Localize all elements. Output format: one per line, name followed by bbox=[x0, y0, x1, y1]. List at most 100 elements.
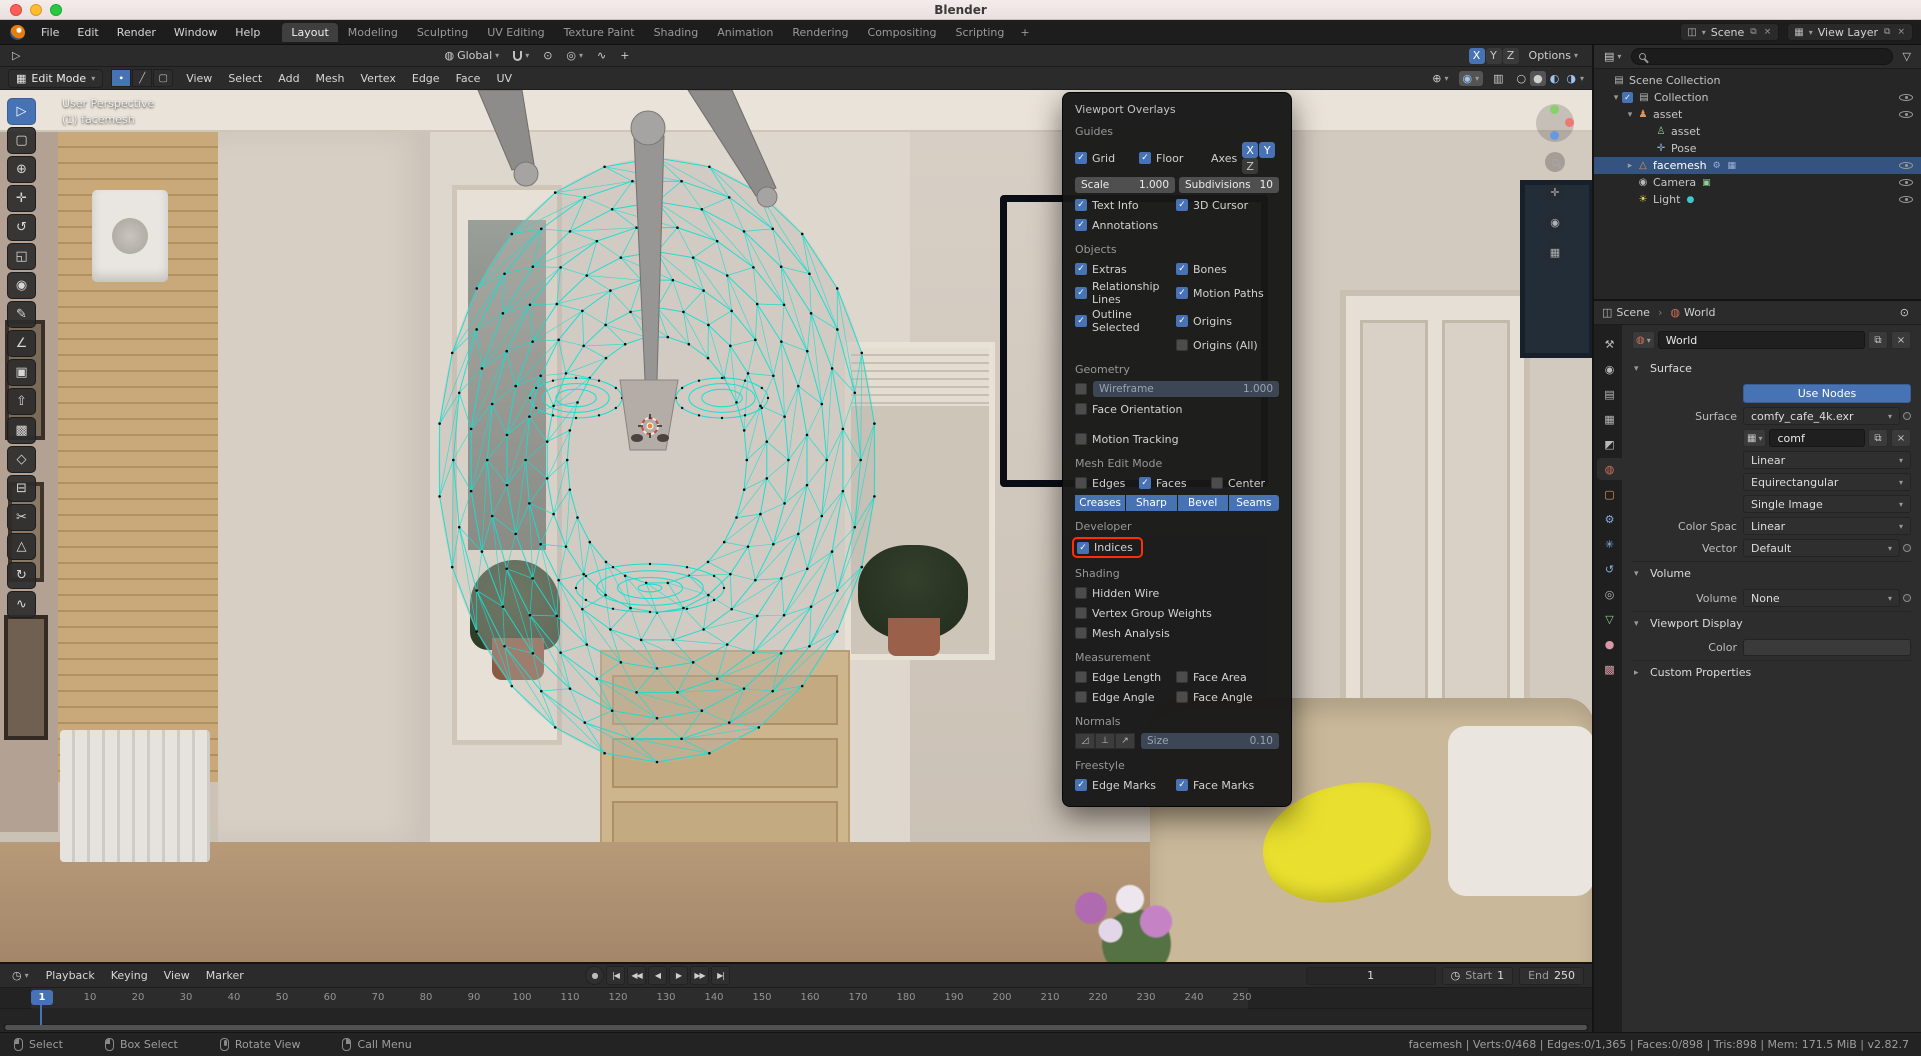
workspace-tab[interactable]: Rendering bbox=[783, 23, 857, 42]
tab-particles[interactable]: ✳ bbox=[1597, 533, 1622, 555]
unlink-image-button[interactable]: × bbox=[1891, 429, 1911, 447]
cursor-3d-checkbox[interactable]: 3D Cursor bbox=[1176, 199, 1248, 212]
tab-world[interactable]: ◍ bbox=[1597, 458, 1622, 480]
outliner-row-pose[interactable]: ✛ Pose bbox=[1594, 140, 1921, 157]
workspace-tab[interactable]: Scripting bbox=[946, 23, 1013, 42]
mirror-axis-toggle[interactable]: X bbox=[1469, 48, 1485, 64]
timeline-menu-item[interactable]: Keying bbox=[104, 967, 155, 984]
workspace-tab[interactable]: Shading bbox=[645, 23, 708, 42]
collection-enable-checkbox[interactable] bbox=[1622, 92, 1633, 103]
outliner-row-scene-collection[interactable]: ▤ Scene Collection bbox=[1594, 72, 1921, 89]
snapping-toggle[interactable] bbox=[509, 50, 533, 62]
falloff-dropdown[interactable]: ∿ bbox=[593, 48, 610, 63]
outliner-row-camera[interactable]: ◉ Camera ▣ bbox=[1594, 174, 1921, 191]
volume-panel-header[interactable]: Volume bbox=[1632, 561, 1911, 585]
duplicate-image-button[interactable]: ⧉ bbox=[1868, 429, 1888, 447]
outliner-row-facemesh[interactable]: ▸ △ facemesh ⚙ ▦ bbox=[1594, 157, 1921, 174]
workspace-tab[interactable]: Animation bbox=[708, 23, 782, 42]
vector-dropdown[interactable]: Default bbox=[1743, 539, 1900, 557]
shading-wireframe-button[interactable]: ○ bbox=[1514, 71, 1530, 86]
tab-output[interactable]: ▤ bbox=[1597, 383, 1622, 405]
grid-scale-field[interactable]: Scale1.000 bbox=[1075, 177, 1175, 193]
tool-measure-button[interactable]: ∠ bbox=[7, 330, 36, 357]
image-name-field[interactable]: comf bbox=[1769, 429, 1865, 447]
timeline-menu-item[interactable]: Marker bbox=[199, 967, 251, 984]
faces-checkbox[interactable]: Faces bbox=[1139, 477, 1211, 490]
select-mode-button[interactable]: ▢ bbox=[153, 69, 173, 87]
tool-knife-button[interactable]: ✂ bbox=[7, 504, 36, 531]
timeline-tracks[interactable] bbox=[0, 1009, 1592, 1025]
remove-view-layer-button[interactable]: × bbox=[1896, 27, 1906, 37]
wireframe-slider[interactable]: Wireframe1.000 bbox=[1093, 381, 1279, 397]
world-name-field[interactable]: World bbox=[1658, 331, 1865, 349]
tool-annotate-button[interactable]: ✎ bbox=[7, 301, 36, 328]
edge-toggle-button[interactable]: Creases bbox=[1075, 495, 1125, 511]
origins-checkbox[interactable]: Origins bbox=[1176, 315, 1232, 328]
menu-item[interactable]: Help bbox=[227, 24, 268, 41]
select-mode-button[interactable]: ∙ bbox=[111, 69, 131, 87]
pan-gizmo[interactable]: ✛ bbox=[1545, 182, 1565, 202]
custom-properties-panel-header[interactable]: Custom Properties bbox=[1632, 660, 1911, 684]
tool-bevel-button[interactable]: ◇ bbox=[7, 446, 36, 473]
image-source-dropdown[interactable]: Single Image bbox=[1743, 495, 1911, 513]
frame-start-field[interactable]: ◷ Start 1 bbox=[1442, 967, 1513, 985]
workspace-tab[interactable]: UV Editing bbox=[478, 23, 553, 42]
tab-physics[interactable]: ↺ bbox=[1597, 558, 1622, 580]
edge-toggle-button[interactable]: Sharp bbox=[1126, 495, 1176, 511]
jump-to-start-button[interactable]: |◀ bbox=[606, 966, 625, 985]
current-frame-indicator[interactable]: 1 bbox=[31, 990, 53, 1005]
tab-object-data[interactable]: ▽ bbox=[1597, 608, 1622, 630]
center-checkbox[interactable]: Center bbox=[1211, 477, 1265, 490]
visibility-eye-icon[interactable] bbox=[1899, 91, 1913, 104]
visibility-eye-icon[interactable] bbox=[1899, 176, 1913, 189]
delete-scene-button[interactable]: × bbox=[1763, 27, 1773, 37]
viewport-color-swatch[interactable] bbox=[1743, 639, 1911, 656]
outline-selected-checkbox[interactable]: Outline Selected bbox=[1075, 308, 1176, 334]
normals-display-button[interactable]: ⊥ bbox=[1095, 733, 1115, 749]
color-space-dropdown[interactable]: Linear bbox=[1743, 517, 1911, 535]
tool-inset-faces-button[interactable]: ▩ bbox=[7, 417, 36, 444]
auto-key-button[interactable]: ● bbox=[585, 966, 604, 985]
edge-angle-checkbox[interactable]: Edge Angle bbox=[1075, 691, 1176, 704]
menu-item[interactable]: File bbox=[33, 24, 67, 41]
tool-poly-build-button[interactable]: △ bbox=[7, 533, 36, 560]
edges-checkbox[interactable]: Edges bbox=[1075, 477, 1139, 490]
hidden-wire-checkbox[interactable]: Hidden Wire bbox=[1075, 587, 1159, 600]
menu-item[interactable]: Window bbox=[166, 24, 225, 41]
viewport-menu-item[interactable]: Vertex bbox=[354, 70, 403, 87]
tab-object[interactable]: ▢ bbox=[1597, 483, 1622, 505]
face-orientation-checkbox[interactable]: Face Orientation bbox=[1075, 403, 1182, 416]
proportional-editing-toggle[interactable]: ◎ bbox=[562, 48, 587, 63]
axis-toggle[interactable]: X bbox=[1242, 142, 1258, 158]
text-info-checkbox[interactable]: Text Info bbox=[1075, 199, 1176, 212]
browse-world-button[interactable]: ◍ bbox=[1632, 331, 1655, 349]
tool-scale-button[interactable]: ◱ bbox=[7, 243, 36, 270]
shading-material-button[interactable]: ◐ bbox=[1547, 71, 1563, 86]
viewport-menu-item[interactable]: Face bbox=[449, 70, 488, 87]
timeline-menu-item[interactable]: View bbox=[157, 967, 197, 984]
gizmo-toggle[interactable]: ⊕ bbox=[1428, 71, 1452, 86]
new-scene-button[interactable]: ⧉ bbox=[1749, 27, 1757, 37]
bones-checkbox[interactable]: Bones bbox=[1176, 263, 1227, 276]
play-reverse-button[interactable]: ◀ bbox=[648, 966, 667, 985]
viewport-menu-item[interactable]: Select bbox=[221, 70, 269, 87]
face-marks-checkbox[interactable]: Face Marks bbox=[1176, 779, 1254, 792]
workspace-tab[interactable]: Modeling bbox=[339, 23, 407, 42]
outliner-row-light[interactable]: ☀ Light ● bbox=[1594, 191, 1921, 208]
viewport-menu-item[interactable]: View bbox=[179, 70, 219, 87]
volume-shader-dropdown[interactable]: None bbox=[1743, 589, 1900, 607]
tool-transform-button[interactable]: ◉ bbox=[7, 272, 36, 299]
mode-dropdown[interactable]: ▦ Edit Mode bbox=[8, 69, 103, 88]
tool-select-box-button[interactable]: ▢ bbox=[7, 127, 36, 154]
workspace-tab[interactable]: Layout bbox=[282, 23, 337, 42]
tool-spin-button[interactable]: ↻ bbox=[7, 562, 36, 589]
filter-button[interactable]: ▽ bbox=[1899, 49, 1915, 64]
shading-rendered-button[interactable]: ◑ bbox=[1563, 71, 1579, 86]
play-button[interactable]: ▶ bbox=[669, 966, 688, 985]
timeline-editor-type-button[interactable]: ◷ bbox=[8, 968, 33, 983]
viewport-menu-item[interactable]: Edge bbox=[405, 70, 447, 87]
edge-toggle-button[interactable]: Bevel bbox=[1178, 495, 1228, 511]
normals-display-button[interactable]: ◿ bbox=[1075, 733, 1095, 749]
tool-tweak-button[interactable]: ▷ bbox=[7, 98, 36, 125]
tab-constraints[interactable]: ◎ bbox=[1597, 583, 1622, 605]
